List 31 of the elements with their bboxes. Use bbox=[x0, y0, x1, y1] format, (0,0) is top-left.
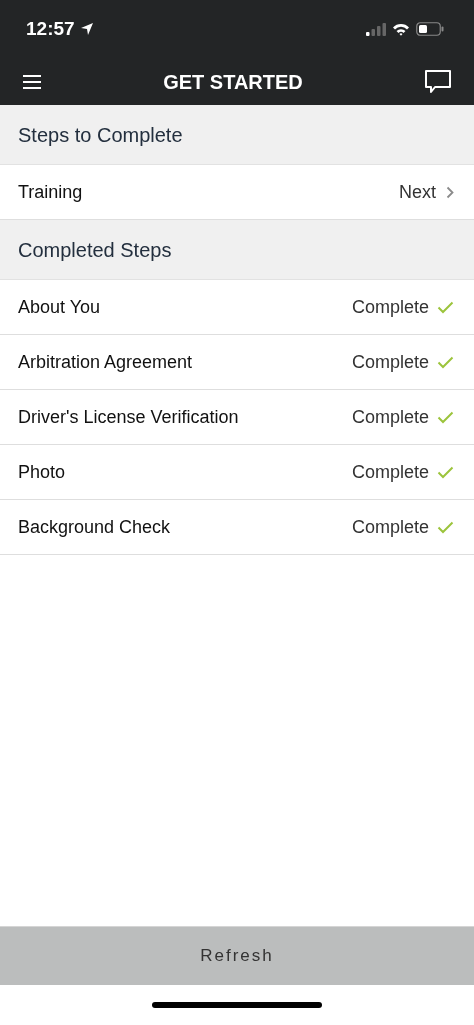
menu-button[interactable] bbox=[22, 73, 42, 90]
section-title: Completed Steps bbox=[18, 237, 172, 263]
step-status: Next bbox=[399, 180, 436, 204]
refresh-button[interactable]: Refresh bbox=[0, 926, 474, 985]
step-status: Complete bbox=[351, 515, 429, 539]
step-label: Driver's License Verification bbox=[18, 405, 239, 429]
step-status: Complete bbox=[351, 460, 429, 484]
page-title: GET STARTED bbox=[163, 69, 303, 95]
chat-button[interactable] bbox=[424, 68, 452, 95]
step-label: Training bbox=[18, 180, 83, 204]
status-time: 12:57 bbox=[26, 16, 75, 41]
checkmark-icon bbox=[437, 300, 454, 314]
chevron-right-icon bbox=[446, 185, 454, 199]
step-label: Arbitration Agreement bbox=[18, 350, 193, 374]
checkmark-icon bbox=[437, 355, 454, 369]
checkmark-icon bbox=[437, 410, 454, 424]
signal-icon bbox=[366, 22, 386, 36]
section-title: Steps to Complete bbox=[18, 122, 183, 148]
checkmark-icon bbox=[437, 465, 454, 479]
step-label: Photo bbox=[18, 460, 66, 484]
checkmark-icon bbox=[437, 520, 454, 534]
chat-bubble-icon bbox=[424, 68, 452, 95]
battery-icon bbox=[416, 22, 444, 36]
step-label: Background Check bbox=[18, 515, 171, 539]
menu-icon bbox=[22, 73, 42, 90]
location-arrow-icon bbox=[79, 22, 94, 36]
step-status: Complete bbox=[351, 405, 429, 429]
step-status: Complete bbox=[351, 295, 429, 319]
step-label: About You bbox=[18, 295, 101, 319]
step-status: Complete bbox=[351, 350, 429, 374]
wifi-icon bbox=[392, 22, 410, 36]
